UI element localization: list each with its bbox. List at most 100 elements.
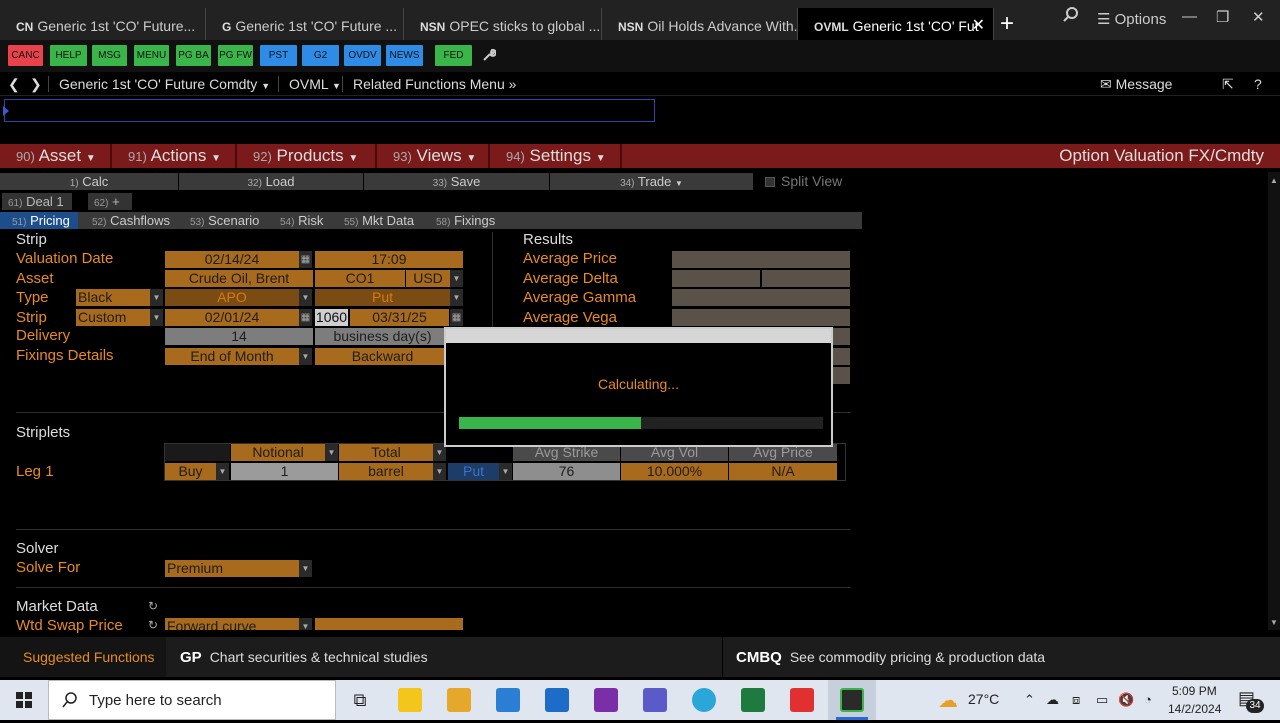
wifi-icon[interactable]: ◔	[1144, 692, 1152, 707]
solve-for-dropdown-icon[interactable]: ▼	[299, 560, 312, 577]
bloomberg-terminal-icon[interactable]	[840, 688, 864, 712]
suggested-functions-label[interactable]: Suggested Functions	[0, 637, 166, 677]
volume-muted-icon[interactable]: 🔇	[1118, 692, 1134, 708]
task-view-icon[interactable]: ⧉	[348, 688, 372, 712]
solve-for-select[interactable]: Premium	[165, 560, 299, 577]
file-explorer-icon[interactable]	[447, 688, 471, 712]
currency-dropdown-icon[interactable]: ▼	[450, 270, 463, 287]
restore-icon[interactable]: ❐	[1216, 8, 1229, 26]
tab-risk[interactable]: 54) Risk	[268, 212, 323, 229]
strip-mode-dropdown-icon[interactable]: ▼	[150, 309, 163, 326]
network-icon[interactable]: ⧈	[1072, 692, 1080, 708]
back-arrow-icon[interactable]: ❮	[8, 76, 20, 93]
tab-cn[interactable]: CN Generic 1st 'CO' Future...	[0, 8, 206, 40]
vertical-scrollbar[interactable]: ▲ ▼	[1268, 172, 1280, 630]
minimize-icon[interactable]: —	[1182, 8, 1197, 25]
options-menu[interactable]: ☰ Options	[1097, 10, 1166, 28]
tab-nsn-oil[interactable]: NSN Oil Holds Advance With...	[602, 8, 798, 40]
search-icon[interactable]	[1062, 6, 1080, 28]
calc-button[interactable]: 1) Calc	[0, 173, 179, 190]
ovdv-button[interactable]: OVDV	[344, 45, 381, 66]
taskbar-search[interactable]: Type here to search	[48, 680, 336, 720]
help-menu[interactable]: ?	[1254, 76, 1262, 92]
show-hidden-icons[interactable]: ⌃	[1024, 692, 1035, 708]
menu-button[interactable]: MENU	[134, 45, 169, 66]
tab-nsn-opec[interactable]: NSN OPEC sticks to global ...	[404, 8, 602, 40]
msg-button[interactable]: MSG	[92, 45, 127, 66]
tab-add-deal[interactable]: 62) +	[88, 193, 132, 210]
canc-button[interactable]: CANC	[8, 45, 43, 66]
menu-views[interactable]: 93) Views ▼	[377, 144, 490, 168]
calendar-icon[interactable]: ▦	[299, 251, 312, 268]
security-selector[interactable]: Generic 1st 'CO' Future Comdty ▼	[48, 76, 270, 92]
fixing-frequency-dropdown-icon[interactable]: ▼	[299, 348, 312, 365]
product-select[interactable]: APO	[165, 289, 299, 306]
weather-icon[interactable]: ☁	[938, 688, 958, 713]
cmbq-suggestion[interactable]: CMBQ See commodity pricing & production d…	[736, 637, 1045, 677]
wrench-icon[interactable]	[482, 48, 497, 65]
clock-date[interactable]: 14/2/2024	[1168, 702, 1221, 716]
strip-count-field[interactable]: 1060	[315, 309, 348, 326]
sticky-notes-icon[interactable]	[398, 688, 422, 712]
onenote-icon[interactable]	[594, 688, 618, 712]
close-window-icon[interactable]: ✕	[1252, 8, 1265, 26]
save-button[interactable]: 33) Save	[364, 173, 550, 190]
valuation-time-field[interactable]: 17:09	[315, 251, 463, 268]
start-button[interactable]	[0, 680, 48, 720]
forward-arrow-icon[interactable]: ❯	[30, 76, 42, 93]
interactive-brokers-icon[interactable]	[790, 688, 814, 712]
fed-button[interactable]: FED	[435, 45, 472, 66]
excel-icon[interactable]	[741, 688, 765, 712]
load-button[interactable]: 32) Load	[179, 173, 364, 190]
wtd-swap-select[interactable]: Forward curve	[165, 618, 299, 630]
scroll-down-icon[interactable]: ▼	[1270, 618, 1278, 627]
tab-g[interactable]: G Generic 1st 'CO' Future ...	[206, 8, 404, 40]
model-dropdown-icon[interactable]: ▼	[150, 289, 163, 306]
calendar-icon[interactable]: ▦	[299, 309, 312, 326]
related-functions-menu[interactable]: Related Functions Menu »	[342, 76, 516, 92]
valuation-date-field[interactable]: 02/14/24	[165, 251, 299, 268]
tab-mkt-data[interactable]: 55) Mkt Data	[332, 212, 414, 229]
wtd-swap-value[interactable]	[315, 618, 463, 630]
wtd-swap-dropdown-icon[interactable]: ▼	[299, 618, 312, 631]
tab-fixings[interactable]: 58) Fixings	[424, 212, 495, 229]
fixing-frequency-select[interactable]: End of Month	[165, 348, 299, 365]
option-type-select[interactable]: Put	[315, 289, 450, 306]
export-icon[interactable]: ⇱	[1222, 76, 1234, 93]
product-dropdown-icon[interactable]: ▼	[299, 289, 312, 306]
split-view-checkbox[interactable]	[765, 177, 775, 187]
fixing-direction-select[interactable]: Backward	[315, 348, 450, 365]
pst-button[interactable]: PST	[260, 45, 297, 66]
trade-button[interactable]: 34) Trade ▼	[550, 173, 754, 190]
tab-pricing[interactable]: 51) Pricing	[0, 212, 78, 229]
onedrive-icon[interactable]: ☁	[1046, 692, 1059, 708]
tab-deal-1[interactable]: 61) Deal 1	[2, 193, 72, 210]
delivery-days-field[interactable]: 14	[165, 328, 313, 345]
edge-icon[interactable]	[692, 688, 716, 712]
strip-start-field[interactable]: 02/01/24	[165, 309, 299, 326]
vscode-icon[interactable]	[496, 688, 520, 712]
gp-suggestion[interactable]: GP Chart securities & technical studies	[180, 637, 428, 677]
refresh-icon[interactable]: ↻	[148, 599, 158, 613]
new-tab-button[interactable]: +	[1000, 10, 1014, 38]
menu-asset[interactable]: 90) Asset ▼	[0, 144, 112, 168]
menu-products[interactable]: 92) Products ▼	[237, 144, 377, 168]
teams-icon[interactable]	[643, 688, 667, 712]
menu-actions[interactable]: 91) Actions ▼	[112, 144, 237, 168]
help-button[interactable]: HELP	[50, 45, 87, 66]
clock-time[interactable]: 5:09 PM	[1172, 684, 1217, 698]
tab-ovml[interactable]: OVML Generic 1st 'CO' Fut ✕	[798, 8, 994, 40]
g2-button[interactable]: G2	[302, 45, 339, 66]
close-tab-icon[interactable]: ✕	[972, 8, 985, 40]
delivery-unit-field[interactable]: business day(s)	[315, 328, 450, 345]
function-selector[interactable]: OVML ▼	[278, 76, 341, 92]
currency-field[interactable]: USD	[406, 270, 450, 287]
tab-cashflows[interactable]: 52) Cashflows	[80, 212, 170, 229]
refresh-icon[interactable]: ↻	[148, 618, 158, 632]
calendar-icon[interactable]: ▦	[450, 309, 463, 326]
message-button[interactable]: ✉ Message	[1100, 76, 1172, 93]
pg-back-button[interactable]: PG BA	[176, 45, 211, 66]
outlook-icon[interactable]	[545, 688, 569, 712]
scroll-up-icon[interactable]: ▲	[1270, 176, 1278, 185]
asset-ticker-field[interactable]: CO1	[315, 270, 405, 287]
